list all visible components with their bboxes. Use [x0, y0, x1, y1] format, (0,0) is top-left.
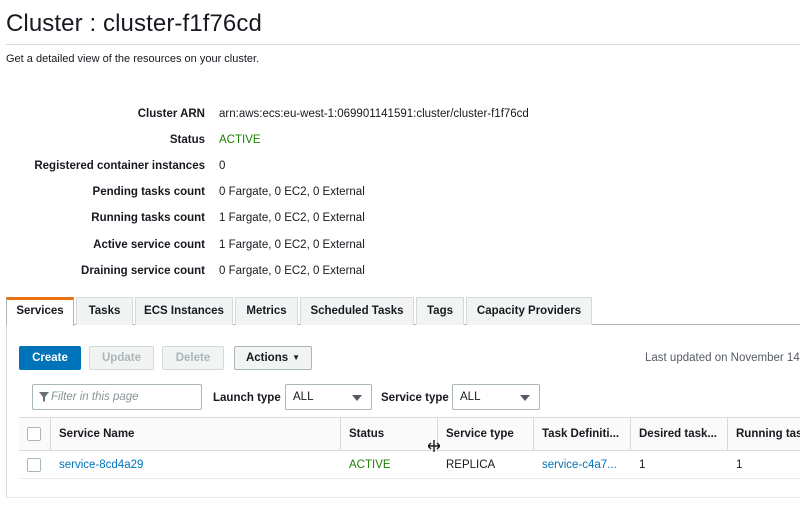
- launch-type-select[interactable]: ALL: [285, 384, 372, 410]
- detail-row-active-services: Active service count 1 Fargate, 0 EC2, 0…: [0, 239, 700, 259]
- page-title: Cluster : cluster-f1f76cd: [6, 10, 262, 37]
- tab-tags[interactable]: Tags: [416, 297, 464, 325]
- tab-capacity-providers[interactable]: Capacity Providers: [466, 297, 592, 325]
- row-checkbox[interactable]: [27, 458, 41, 472]
- title-divider: [6, 44, 800, 45]
- cluster-tabs: Services Tasks ECS Instances Metrics Sch…: [6, 297, 800, 326]
- detail-label: Active service count: [93, 239, 205, 251]
- detail-value: 0: [219, 160, 226, 172]
- service-type-value: ALL: [460, 391, 481, 403]
- tab-scheduled-tasks[interactable]: Scheduled Tasks: [300, 297, 414, 325]
- column-header-status[interactable]: Status: [341, 418, 438, 451]
- select-all-cell: [19, 418, 51, 451]
- detail-row-cluster-arn: Cluster ARN arn:aws:ecs:eu-west-1:069901…: [0, 108, 700, 128]
- create-button[interactable]: Create: [19, 346, 81, 370]
- detail-label: Status: [169, 134, 205, 146]
- filter-search-box[interactable]: [32, 384, 202, 410]
- delete-button[interactable]: Delete: [162, 346, 224, 370]
- service-type-select[interactable]: ALL: [452, 384, 540, 410]
- page-subtitle: Get a detailed view of the resources on …: [6, 53, 260, 65]
- actions-button[interactable]: Actions ▼: [234, 346, 312, 370]
- column-resize-cursor-icon: [428, 440, 440, 452]
- launch-type-label: Launch type: [213, 392, 281, 404]
- detail-label: Running tasks count: [91, 212, 205, 224]
- column-header-service-type[interactable]: Service type: [438, 418, 534, 451]
- detail-label: Cluster ARN: [137, 108, 205, 120]
- chevron-down-icon: [520, 395, 530, 401]
- detail-label: Draining service count: [81, 265, 205, 277]
- detail-value: 0 Fargate, 0 EC2, 0 External: [219, 186, 365, 198]
- launch-type-value: ALL: [293, 391, 314, 403]
- detail-value: 0 Fargate, 0 EC2, 0 External: [219, 265, 365, 277]
- column-header-service-name[interactable]: Service Name: [51, 418, 341, 451]
- table-row[interactable]: service-8cd4a29 ACTIVE REPLICA service-c…: [19, 451, 800, 479]
- detail-row-registered-instances: Registered container instances 0: [0, 160, 700, 180]
- detail-row-pending-tasks: Pending tasks count 0 Fargate, 0 EC2, 0 …: [0, 186, 700, 206]
- tab-metrics[interactable]: Metrics: [235, 297, 298, 325]
- service-name-link[interactable]: service-8cd4a29: [51, 451, 341, 479]
- chevron-down-icon: [352, 395, 362, 401]
- actions-label: Actions: [245, 352, 289, 364]
- detail-row-running-tasks: Running tasks count 1 Fargate, 0 EC2, 0 …: [0, 212, 700, 232]
- detail-value: 1 Fargate, 0 EC2, 0 External: [219, 239, 365, 251]
- tab-services[interactable]: Services: [6, 297, 74, 326]
- detail-value: arn:aws:ecs:eu-west-1:069901141591:clust…: [219, 108, 529, 120]
- detail-value: 1 Fargate, 0 EC2, 0 External: [219, 212, 365, 224]
- task-definition-link[interactable]: service-c4a7...: [534, 451, 631, 479]
- column-header-task-definition[interactable]: Task Definiti...: [534, 418, 631, 451]
- detail-label: Pending tasks count: [92, 186, 205, 198]
- running-tasks-cell: 1: [736, 459, 743, 471]
- update-button[interactable]: Update: [89, 346, 154, 370]
- detail-label: Registered container instances: [34, 160, 205, 172]
- service-type-label: Service type: [381, 392, 449, 404]
- desired-tasks-cell: 1: [639, 459, 646, 471]
- last-updated-text: Last updated on November 14: [645, 352, 800, 364]
- filter-icon: [39, 392, 49, 402]
- column-header-desired-tasks[interactable]: Desired task...: [631, 418, 728, 451]
- caret-down-icon: ▼: [292, 353, 301, 362]
- search-input[interactable]: [51, 388, 199, 406]
- select-all-checkbox[interactable]: [27, 427, 41, 441]
- tab-ecs-instances[interactable]: ECS Instances: [135, 297, 233, 325]
- status-badge: ACTIVE: [219, 134, 261, 146]
- service-type-cell: REPLICA: [446, 459, 496, 471]
- column-header-running-tasks[interactable]: Running tas: [728, 418, 800, 451]
- table-header: Service Name Status Service type Task De…: [19, 417, 800, 451]
- detail-row-status: Status ACTIVE: [0, 134, 700, 154]
- tab-tasks[interactable]: Tasks: [76, 297, 133, 325]
- detail-row-draining-services: Draining service count 0 Fargate, 0 EC2,…: [0, 265, 700, 285]
- status-badge: ACTIVE: [349, 459, 391, 471]
